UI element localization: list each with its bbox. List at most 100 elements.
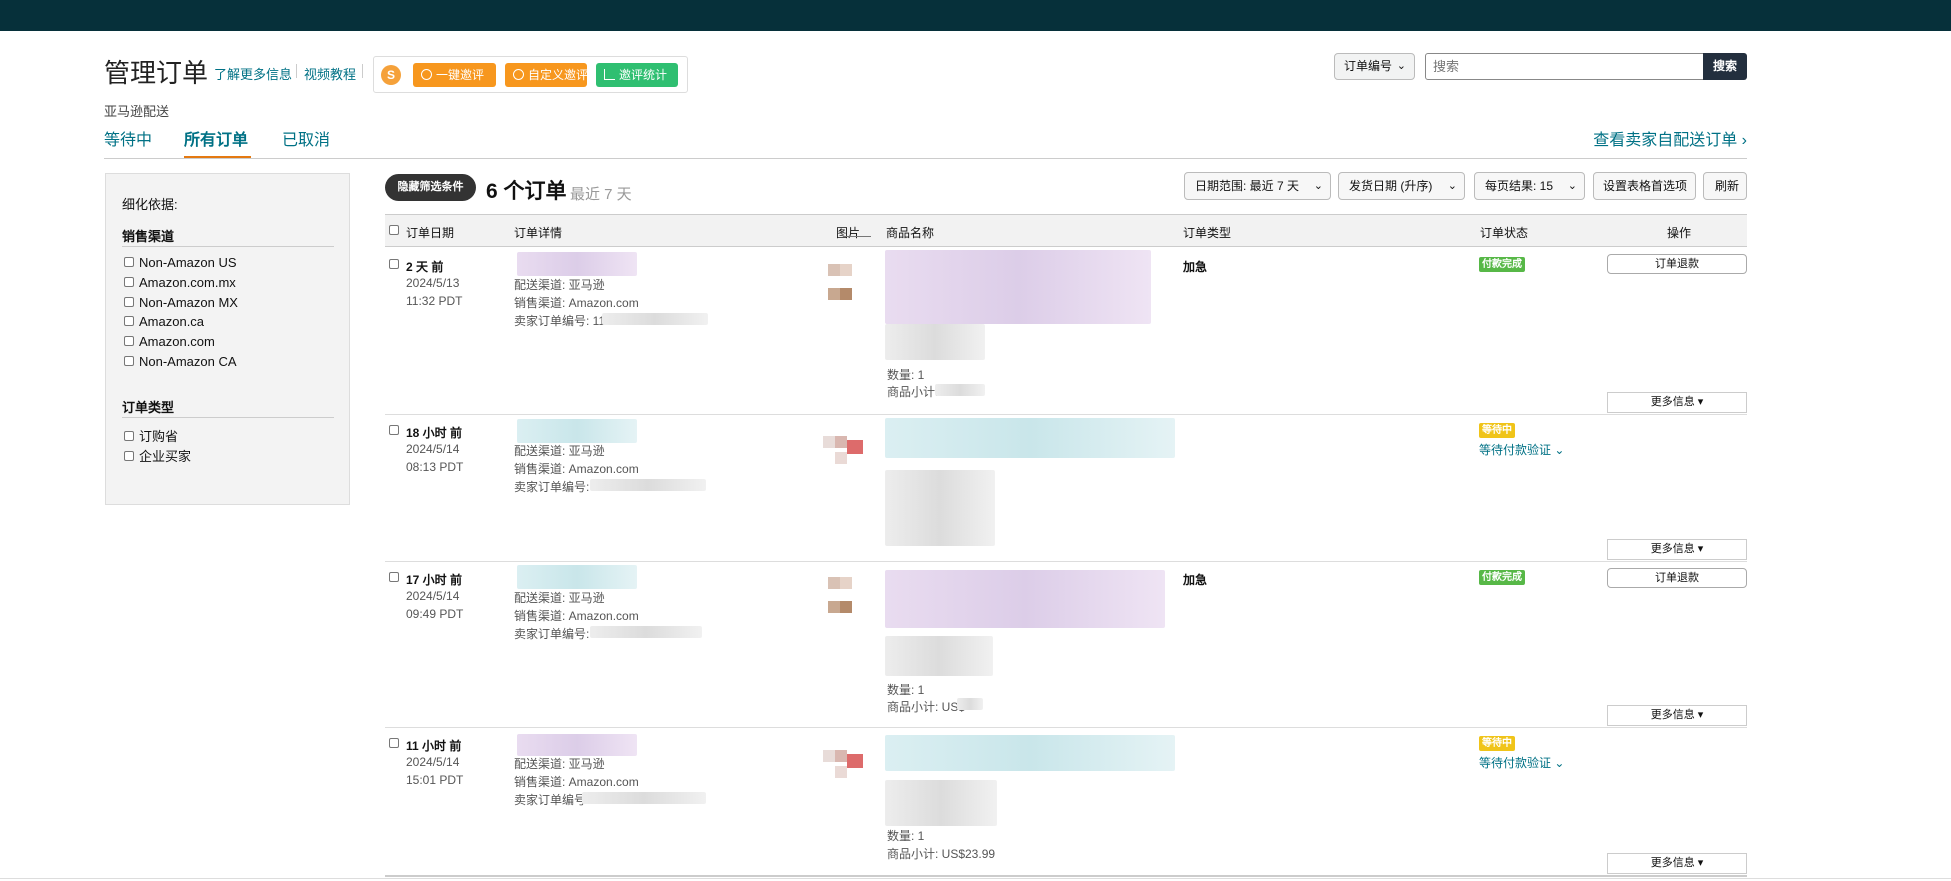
filter-amazon-com[interactable]: Amazon.com <box>124 334 215 349</box>
refund-order-button[interactable]: 订单退款 <box>1607 568 1747 588</box>
product-thumbnail[interactable] <box>823 740 867 786</box>
checkbox[interactable] <box>124 451 134 461</box>
column-order-date[interactable]: 订单日期 <box>406 224 454 241</box>
status-badge: 等待中 <box>1479 423 1515 438</box>
column-image: 图片 <box>836 226 861 240</box>
order-type-value: 加急 <box>1183 260 1208 274</box>
order-date: 2024/5/13 <box>406 276 460 290</box>
refresh-button[interactable]: 刷新 <box>1703 172 1747 200</box>
sort-select[interactable]: 发货日期 (升序) ⌄ <box>1338 172 1465 200</box>
date-range-select[interactable]: 日期范围: 最近 7 天 ⌄ <box>1184 172 1331 200</box>
sales-channel: 销售渠道: Amazon.com <box>514 775 639 789</box>
hide-filters-button[interactable]: 隐藏筛选条件 <box>385 174 476 201</box>
table-preferences-button[interactable]: 设置表格首选项 <box>1593 172 1696 200</box>
sales-channel-heading: 销售渠道 <box>122 229 175 244</box>
more-info-button[interactable]: 更多信息 ▾ <box>1607 853 1747 874</box>
filter-sidebar: 细化依据: 销售渠道 Non-Amazon US Amazon.com.mx N… <box>105 173 350 505</box>
checkbox[interactable] <box>124 277 134 287</box>
refund-order-button[interactable]: 订单退款 <box>1607 254 1747 274</box>
product-thumbnail[interactable] <box>823 426 867 472</box>
learn-more-link[interactable]: 了解更多信息 <box>214 64 292 83</box>
item-subtotal: 商品小计: US$23.99 <box>887 847 996 861</box>
order-time: 08:13 PDT <box>406 460 464 474</box>
order-time: 09:49 PDT <box>406 607 464 621</box>
column-order-type: 订单类型 <box>1183 226 1232 240</box>
tab-cancelled[interactable]: 已取消 <box>282 126 330 150</box>
redacted-product-name[interactable] <box>885 570 1165 628</box>
row-checkbox[interactable] <box>389 738 399 748</box>
more-info-button[interactable]: 更多信息 ▾ <box>1607 705 1747 726</box>
checkbox[interactable] <box>124 297 134 307</box>
custom-review-label: 自定义邀评 <box>528 68 589 82</box>
order-time: 15:01 PDT <box>406 773 464 787</box>
filter-non-amazon-us[interactable]: Non-Amazon US <box>124 255 237 270</box>
checkbox[interactable] <box>124 356 134 366</box>
page-bottom-divider <box>0 878 1951 879</box>
redacted-product-name[interactable] <box>885 735 1175 771</box>
seller-order-id: 卖家订单编号: 1 <box>514 627 600 641</box>
filter-amazon-com-mx[interactable]: Amazon.com.mx <box>124 275 236 290</box>
order-type-heading: 订单类型 <box>122 400 175 415</box>
search-input[interactable] <box>1425 53 1704 80</box>
checkbox[interactable] <box>124 336 134 346</box>
search-button[interactable]: 搜索 <box>1703 53 1747 80</box>
more-info-button[interactable]: 更多信息 ▾ <box>1607 392 1747 413</box>
filter-subscribe-save[interactable]: 订购省 <box>124 426 178 445</box>
payment-verification-dropdown[interactable]: 等待付款验证 ⌄ <box>1479 754 1564 771</box>
redacted-order-id[interactable] <box>517 734 637 756</box>
order-date: 2024/5/14 <box>406 442 460 456</box>
sales-channel: 销售渠道: Amazon.com <box>514 462 639 476</box>
review-icon <box>421 69 432 80</box>
tab-all-orders[interactable]: 所有订单 <box>184 126 248 150</box>
redacted-product-name[interactable] <box>885 418 1175 458</box>
product-thumbnail[interactable] <box>828 258 864 304</box>
tab-pending[interactable]: 等待中 <box>104 126 152 150</box>
order-relative-time: 18 小时 前 <box>406 426 463 440</box>
filter-label: Amazon.ca <box>139 314 205 329</box>
results-per-page-select[interactable]: 每页结果: 15 ⌄ <box>1474 172 1585 200</box>
row-checkbox[interactable] <box>389 259 399 269</box>
fulfillment-channel-label: 亚马逊配送 <box>104 104 170 119</box>
quantity: 数量: 1 <box>887 829 925 843</box>
filter-amazon-ca[interactable]: Amazon.ca <box>124 314 204 329</box>
page-title: 管理订单 <box>104 58 209 88</box>
row-checkbox[interactable] <box>389 425 399 435</box>
results-per-page-value: 每页结果: 15 <box>1485 179 1554 193</box>
checkbox[interactable] <box>124 431 134 441</box>
filter-non-amazon-mx[interactable]: Non-Amazon MX <box>124 295 238 310</box>
filter-label: Non-Amazon MX <box>139 295 238 310</box>
one-click-review-button[interactable]: 一键邀评 <box>413 63 496 87</box>
checkbox[interactable] <box>124 257 134 267</box>
search-field-select[interactable]: 订单编号 ⌄ <box>1334 53 1415 80</box>
chevron-down-icon: ⌄ <box>1313 180 1323 192</box>
review-stats-label: 邀评统计 <box>619 68 668 82</box>
redacted-order-id[interactable] <box>517 252 637 276</box>
order-relative-time: 17 小时 前 <box>406 573 463 587</box>
column-image-underline <box>843 236 871 237</box>
filter-non-amazon-ca[interactable]: Non-Amazon CA <box>124 354 237 369</box>
chevron-down-icon: ⌄ <box>1447 180 1457 192</box>
more-info-button[interactable]: 更多信息 ▾ <box>1607 539 1747 560</box>
video-tutorial-link[interactable]: 视频教程 <box>304 64 356 83</box>
target-icon <box>513 69 524 80</box>
column-order-details: 订单详情 <box>514 226 563 240</box>
review-stats-button[interactable]: 邀评统计 <box>596 63 678 87</box>
filter-business-buyer[interactable]: 企业买家 <box>124 446 191 465</box>
recent-days-label: 最近 7 天 <box>570 186 632 203</box>
checkbox[interactable] <box>124 316 134 326</box>
redacted-product-name[interactable] <box>885 250 1151 324</box>
redacted-order-id[interactable] <box>517 419 637 443</box>
product-thumbnail[interactable] <box>828 571 864 617</box>
view-seller-fulfilled-orders-link[interactable]: 查看卖家自配送订单 › <box>1593 126 1747 150</box>
filter-label: 企业买家 <box>139 449 192 464</box>
row-checkbox[interactable] <box>389 572 399 582</box>
custom-review-button[interactable]: 自定义邀评 <box>505 63 589 87</box>
extension-logo-icon: S <box>381 65 401 85</box>
sales-channel: 销售渠道: Amazon.com <box>514 609 639 623</box>
sort-value: 发货日期 (升序) <box>1349 179 1433 193</box>
payment-verification-dropdown[interactable]: 等待付款验证 ⌄ <box>1479 441 1564 458</box>
select-all-checkbox[interactable] <box>389 225 399 235</box>
fulfillment-channel: 配送渠道: 亚马逊 <box>514 757 605 771</box>
redacted-order-id[interactable] <box>517 565 637 589</box>
item-subtotal: 商品小计: US$ <box>887 700 966 714</box>
